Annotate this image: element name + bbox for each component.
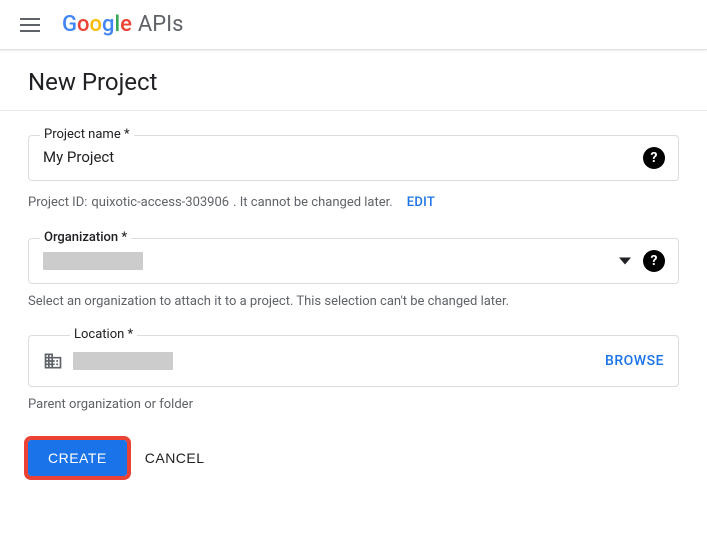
location-value-redacted bbox=[73, 352, 173, 370]
edit-project-id-link[interactable]: EDIT bbox=[407, 195, 435, 210]
location-help-text: Parent organization or folder bbox=[28, 397, 679, 412]
apis-text: APIs bbox=[138, 12, 184, 37]
page-title: New Project bbox=[0, 50, 707, 111]
chevron-down-icon bbox=[619, 258, 631, 265]
organization-help-text: Select an organization to attach it to a… bbox=[28, 294, 679, 309]
help-icon[interactable]: ? bbox=[643, 147, 665, 169]
project-name-label: Project name * bbox=[40, 127, 134, 142]
project-name-group: Project name * My Project ? bbox=[28, 135, 679, 181]
google-apis-logo[interactable]: Google APIs bbox=[62, 12, 183, 37]
organization-value-redacted bbox=[43, 252, 143, 270]
project-id-suffix: . It cannot be changed later. bbox=[233, 195, 393, 210]
project-id-row: Project ID: quixotic-access-303906 . It … bbox=[28, 195, 679, 210]
header: Google APIs bbox=[0, 0, 707, 50]
building-icon bbox=[43, 351, 63, 371]
project-id-value: quixotic-access-303906 bbox=[91, 195, 229, 210]
form-content: Project name * My Project ? Project ID: … bbox=[0, 111, 707, 500]
location-group: Location * BROWSE bbox=[28, 335, 679, 387]
browse-button[interactable]: BROWSE bbox=[605, 353, 664, 369]
cancel-button[interactable]: CANCEL bbox=[145, 450, 205, 466]
create-button[interactable]: CREATE bbox=[28, 440, 127, 476]
help-icon[interactable]: ? bbox=[643, 250, 665, 272]
location-label: Location * bbox=[70, 327, 137, 342]
hamburger-menu-icon[interactable] bbox=[20, 13, 44, 37]
project-id-prefix: Project ID: bbox=[28, 195, 87, 210]
organization-group: Organization * ? bbox=[28, 238, 679, 284]
location-input[interactable]: BROWSE bbox=[28, 335, 679, 387]
organization-label: Organization * bbox=[40, 230, 131, 245]
button-row: CREATE CANCEL bbox=[28, 440, 679, 476]
